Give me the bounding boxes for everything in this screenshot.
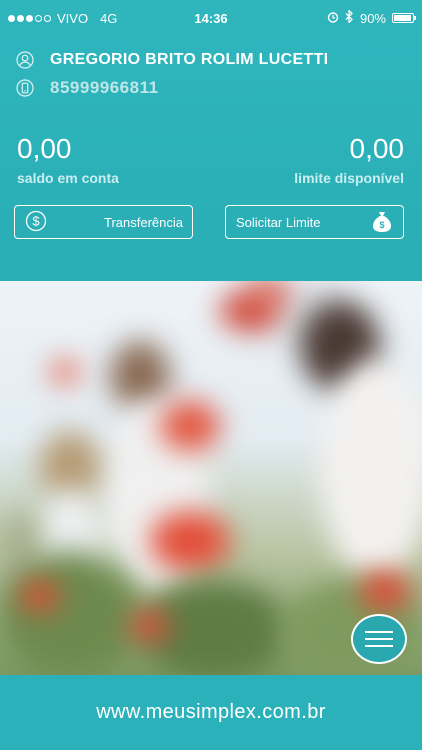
balance-label: saldo em conta bbox=[17, 170, 119, 186]
alarm-icon bbox=[327, 11, 339, 26]
limit-label: limite disponível bbox=[294, 170, 404, 186]
limit-value: 0,00 bbox=[349, 133, 405, 164]
transfer-button-label: Transferência bbox=[104, 214, 183, 230]
footer: www.meusimplex.com.br bbox=[0, 675, 422, 750]
bluetooth-icon bbox=[345, 8, 354, 26]
request-limit-button[interactable]: Solicitar Limite $ bbox=[225, 205, 404, 239]
transfer-button[interactable]: $ Transferência bbox=[14, 205, 193, 239]
hamburger-menu-icon bbox=[365, 631, 393, 633]
dollar-circle-icon: $ bbox=[25, 210, 47, 235]
family-photo-banner bbox=[0, 281, 422, 675]
status-right: 90% bbox=[327, 8, 416, 26]
phone-icon bbox=[16, 79, 34, 97]
user-name-row: GREGORIO BRITO ROLIM LUCETTI bbox=[16, 51, 328, 69]
money-bag-icon: $ bbox=[371, 209, 393, 236]
user-phone-row: 85999966811 bbox=[16, 78, 159, 98]
svg-text:$: $ bbox=[379, 220, 384, 230]
request-limit-button-label: Solicitar Limite bbox=[236, 214, 321, 230]
status-bar: VIVO 4G 14:36 90% bbox=[0, 0, 422, 34]
user-phone: 85999966811 bbox=[50, 78, 159, 97]
hamburger-menu-button[interactable] bbox=[351, 614, 407, 664]
user-icon bbox=[16, 51, 34, 69]
battery-percent: 90% bbox=[359, 10, 386, 26]
account-header: VIVO 4G 14:36 90% GREGORIO BRITO ROLIM L… bbox=[0, 0, 422, 281]
svg-text:$: $ bbox=[32, 213, 40, 228]
balance-value: 0,00 bbox=[17, 133, 72, 164]
battery-icon bbox=[392, 13, 416, 23]
user-name: GREGORIO BRITO ROLIM LUCETTI bbox=[50, 51, 329, 68]
footer-url[interactable]: www.meusimplex.com.br bbox=[96, 701, 326, 724]
